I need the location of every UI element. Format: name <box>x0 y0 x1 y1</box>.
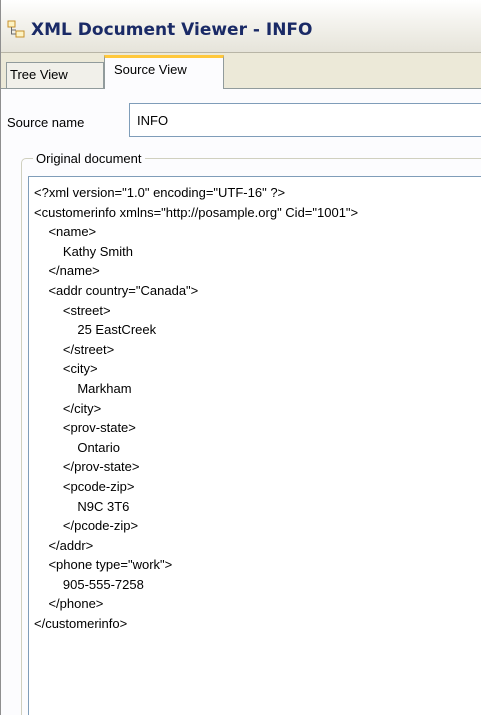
window-title: XML Document Viewer - INFO <box>31 20 313 40</box>
source-name-label: Source name <box>7 115 85 130</box>
original-document-legend: Original document <box>33 151 145 166</box>
original-document-text-area[interactable]: <?xml version="1.0" encoding="UTF-16" ?>… <box>28 176 481 715</box>
xml-viewer-window: XML Document Viewer - INFO Tree View Sou… <box>0 0 481 715</box>
title-bar[interactable]: XML Document Viewer - INFO <box>1 0 481 53</box>
tab-source-view[interactable]: Source View <box>104 55 224 89</box>
tab-tree-view[interactable]: Tree View <box>6 62 104 88</box>
source-name-field[interactable] <box>129 103 481 137</box>
xml-document-icon <box>7 20 25 38</box>
original-document-text: <?xml version="1.0" encoding="UTF-16" ?>… <box>34 185 359 632</box>
